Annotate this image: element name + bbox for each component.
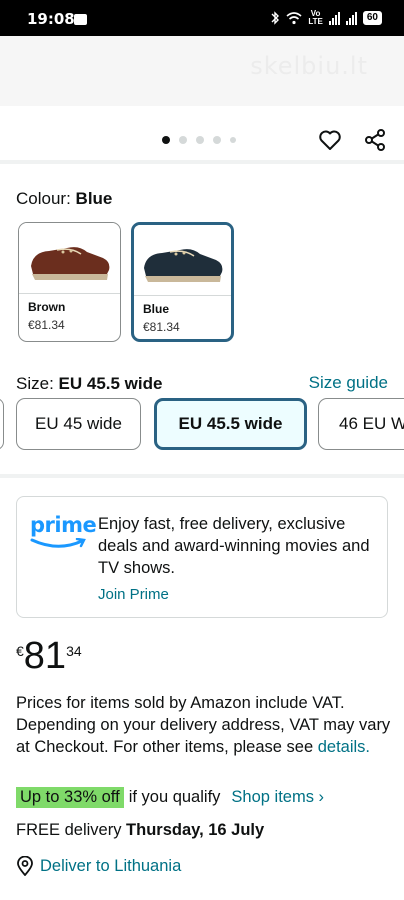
swatch-name: Blue <box>143 302 170 316</box>
status-bar: 19:08 Vo LTE 60 <box>0 0 404 36</box>
size-option[interactable]: EU 45 wide <box>16 398 141 450</box>
signal-icon-2 <box>345 11 357 25</box>
size-option-selected[interactable]: EU 45.5 wide <box>154 398 307 450</box>
status-time: 19:08 <box>27 10 75 28</box>
wifi-icon <box>286 11 302 24</box>
watermark: skelbiu.lt <box>250 52 368 80</box>
colour-label: Colour: Blue <box>16 189 112 209</box>
prime-description: Enjoy fast, free delivery, exclusive dea… <box>98 515 370 577</box>
swatch-name: Brown <box>28 300 66 314</box>
gallery-dot[interactable] <box>196 136 204 144</box>
deal-badge: Up to 33% off <box>16 787 124 808</box>
deliver-to-text: Deliver to Lithuania <box>40 856 182 875</box>
size-option-partial[interactable] <box>0 398 4 450</box>
size-selected-value: EU 45.5 wide <box>58 374 163 393</box>
deliver-to-link[interactable]: Deliver to Lithuania <box>16 856 181 876</box>
volte-indicator: Vo LTE <box>308 10 323 26</box>
volte-bottom: LTE <box>308 17 323 26</box>
deal-row: Up to 33% off if you qualify Shop items … <box>16 787 324 808</box>
share-icon[interactable] <box>363 128 387 152</box>
gallery-dot[interactable] <box>230 137 236 143</box>
heart-icon[interactable] <box>318 128 342 152</box>
size-guide-link[interactable]: Size guide <box>309 373 388 393</box>
status-icons: Vo LTE 60 <box>270 10 382 26</box>
delivery-prefix: FREE delivery <box>16 821 127 839</box>
bluetooth-icon <box>271 11 280 25</box>
prime-promo: prime Enjoy fast, free delivery, exclusi… <box>16 496 388 618</box>
shop-items-link[interactable]: Shop items › <box>231 788 324 807</box>
notification-icon <box>74 14 87 25</box>
vat-details-link[interactable]: details. <box>318 738 370 756</box>
price-whole: 81 <box>23 635 67 677</box>
price-currency: € <box>16 643 24 659</box>
price-fraction: 34 <box>66 643 82 659</box>
colour-selected-value: Blue <box>75 189 113 208</box>
swatch-price: €81.34 <box>143 320 180 334</box>
prime-logo-text: prime <box>30 513 97 537</box>
deal-qualifier: if you qualify <box>128 788 221 806</box>
swatch-info: Blue €81.34 <box>134 295 231 339</box>
shoe-image-blue <box>134 225 231 295</box>
gallery-dot[interactable] <box>162 136 170 144</box>
swatch-info: Brown €81.34 <box>19 293 120 338</box>
delivery-info: FREE delivery Thursday, 16 July <box>16 821 264 840</box>
vat-notice: Prices for items sold by Amazon include … <box>16 692 396 758</box>
size-label-text: Size: <box>16 374 54 393</box>
battery-icon: 60 <box>362 11 382 25</box>
swatch-price: €81.34 <box>28 318 65 332</box>
prime-smile-icon <box>30 537 86 548</box>
signal-icon <box>328 11 340 25</box>
colour-label-text: Colour: <box>16 189 71 208</box>
section-divider <box>0 474 404 478</box>
shoe-image-brown <box>19 223 120 293</box>
location-pin-icon <box>17 856 33 876</box>
gallery-controls <box>0 106 404 164</box>
top-banner: skelbiu.lt <box>0 36 404 106</box>
price: € 81 34 <box>16 636 82 676</box>
delivery-date: Thursday, 16 July <box>126 821 265 839</box>
size-option[interactable]: 46 EU W <box>318 398 404 450</box>
prime-logo: prime <box>30 513 97 555</box>
gallery-dots <box>162 136 236 144</box>
colour-swatch-brown[interactable]: Brown €81.34 <box>18 222 121 342</box>
colour-swatch-blue[interactable]: Blue €81.34 <box>131 222 234 342</box>
gallery-dot[interactable] <box>213 136 221 144</box>
gallery-dot[interactable] <box>179 136 187 144</box>
size-label: Size: EU 45.5 wide <box>16 374 162 394</box>
join-prime-link[interactable]: Join Prime <box>98 586 169 603</box>
